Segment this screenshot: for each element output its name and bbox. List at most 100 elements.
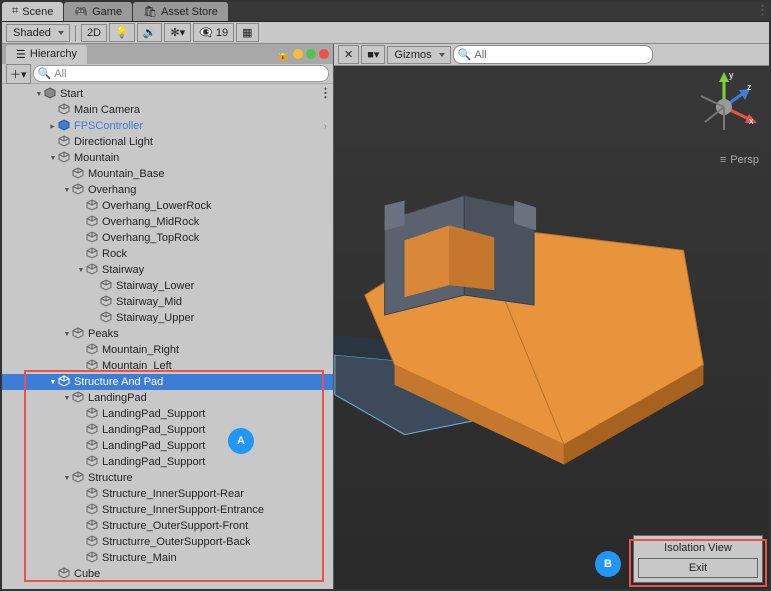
tree-row[interactable]: LandingPad_Support	[2, 454, 333, 470]
game-tab-icon: 🎮	[74, 5, 88, 18]
tree-row[interactable]: Stairway_Mid	[2, 294, 333, 310]
tree-row[interactable]: Overhang	[2, 182, 333, 198]
traffic-green[interactable]	[306, 49, 316, 59]
scene-search-placeholder: All	[474, 49, 486, 61]
tree-row[interactable]: Structure	[2, 470, 333, 486]
camera-button[interactable]: ■▾	[361, 45, 385, 64]
fold-toggle-icon[interactable]	[48, 155, 58, 162]
cube-icon	[72, 183, 86, 197]
tree-row[interactable]: Mountain_Left	[2, 358, 333, 374]
tree-row[interactable]: Mountain_Base	[2, 166, 333, 182]
isolation-view-label: Isolation View	[638, 540, 758, 556]
scene-toolbar: Shaded 2D 💡 🔊 ✻▾ 👁‍🗨 19 ▦	[2, 22, 769, 44]
tree-row[interactable]: Structure_InnerSupport-Rear	[2, 486, 333, 502]
search-icon: 🔍	[38, 67, 52, 80]
cube-icon	[72, 327, 86, 341]
scene-search[interactable]: 🔍 All	[453, 45, 653, 64]
tree-row[interactable]: LandingPad_Support	[2, 406, 333, 422]
cube-icon	[86, 247, 100, 261]
tree-row[interactable]: Structure_Main	[2, 550, 333, 566]
tree-item-label: Overhang_TopRock	[102, 232, 199, 244]
tree-row[interactable]: Mountain	[2, 150, 333, 166]
gizmos-dropdown[interactable]: Gizmos	[387, 46, 450, 64]
tree-row[interactable]: FPSController›	[2, 118, 333, 134]
cube-icon	[86, 455, 100, 469]
tree-item-label: Start	[60, 88, 83, 100]
toggle-2d[interactable]: 2D	[81, 24, 107, 42]
light-toggle[interactable]: 💡	[109, 23, 135, 42]
open-prefab-icon[interactable]: ›	[324, 121, 327, 132]
cube-icon	[86, 263, 100, 277]
tree-row[interactable]: Structure_OuterSupport-Front	[2, 518, 333, 534]
tree-row[interactable]: LandingPad	[2, 390, 333, 406]
hierarchy-title: Hierarchy	[30, 48, 77, 60]
tree-row[interactable]: LandingPad_Support	[2, 422, 333, 438]
tree-row[interactable]: Mountain_Right	[2, 342, 333, 358]
tree-row[interactable]: Rock	[2, 246, 333, 262]
tree-row[interactable]: Peaks	[2, 326, 333, 342]
scene-viewport[interactable]: ✕ ■▾ Gizmos 🔍 All	[334, 44, 769, 589]
fold-toggle-icon[interactable]	[76, 267, 86, 274]
tree-row[interactable]: Structure_InnerSupport-Entrance	[2, 502, 333, 518]
tree-row[interactable]: Stairway	[2, 262, 333, 278]
scene-3d-content[interactable]	[334, 66, 769, 589]
tree-row[interactable]: Main Camera	[2, 102, 333, 118]
tree-item-label: Rock	[102, 248, 127, 260]
tools-button[interactable]: ✕	[338, 45, 359, 64]
fold-toggle-icon[interactable]	[62, 475, 72, 482]
cube-icon	[86, 407, 100, 421]
tab-scene[interactable]: ⌗ Scene	[2, 2, 63, 21]
fx-dropdown[interactable]: ✻▾	[164, 23, 191, 42]
fold-toggle-icon[interactable]	[48, 379, 58, 386]
tabs-more-icon[interactable]	[761, 4, 764, 19]
tree-row[interactable]: Overhang_MidRock	[2, 214, 333, 230]
tree-row[interactable]: Directional Light	[2, 134, 333, 150]
traffic-yellow[interactable]	[293, 49, 303, 59]
lock-icon[interactable]: 🔒	[276, 48, 290, 61]
fold-toggle-icon[interactable]	[50, 121, 57, 131]
tree-row[interactable]: Overhang_TopRock	[2, 230, 333, 246]
tree-item-label: Structurre_OuterSupport-Back	[102, 536, 251, 548]
persp-text: Persp	[730, 154, 759, 166]
hierarchy-toolbar: ＋▾ 🔍 All	[2, 64, 333, 84]
tree-item-label: Mountain	[74, 152, 119, 164]
tab-game[interactable]: 🎮 Game	[64, 2, 132, 21]
tree-row[interactable]: LandingPad_Support	[2, 438, 333, 454]
hierarchy-tab[interactable]: ☰ Hierarchy	[6, 45, 87, 64]
tree-item-label: Directional Light	[74, 136, 153, 148]
cube-icon	[86, 439, 100, 453]
fold-toggle-icon[interactable]	[34, 91, 44, 98]
main-tabs: ⌗ Scene 🎮 Game 🛍 Asset Store	[2, 2, 769, 22]
cube-icon	[86, 519, 100, 533]
isolation-view-panel: Isolation View Exit	[633, 535, 763, 583]
audio-toggle[interactable]: 🔊	[137, 23, 163, 42]
isolation-exit-button[interactable]: Exit	[638, 558, 758, 578]
tree-item-label: Structure_InnerSupport-Rear	[102, 488, 244, 500]
hierarchy-search[interactable]: 🔍 All	[33, 65, 329, 82]
tab-asset-store[interactable]: 🛍 Asset Store	[133, 2, 228, 21]
cube-icon	[86, 359, 100, 373]
context-menu-icon[interactable]	[324, 87, 327, 102]
tab-game-label: Game	[92, 6, 122, 18]
fold-toggle-icon[interactable]	[62, 331, 72, 338]
create-button[interactable]: ＋▾	[6, 64, 31, 84]
hidden-objects-toggle[interactable]: 👁‍🗨 19	[193, 23, 234, 42]
orientation-gizmo[interactable]: y x z	[689, 72, 759, 142]
tree-row[interactable]: Stairway_Lower	[2, 278, 333, 294]
search-icon: 🔍	[458, 48, 472, 61]
tree-row[interactable]: Cube	[2, 566, 333, 582]
fold-toggle-icon[interactable]	[62, 395, 72, 402]
shading-mode-dropdown[interactable]: Shaded	[6, 24, 70, 42]
traffic-red[interactable]	[319, 49, 329, 59]
grid-toggle[interactable]: ▦	[236, 23, 258, 42]
fold-toggle-icon[interactable]	[62, 187, 72, 194]
hierarchy-tree[interactable]: Start Main CameraFPSController› Directiona…	[2, 84, 333, 589]
tree-row[interactable]: Start	[2, 86, 333, 102]
projection-label[interactable]: ≡ Persp	[720, 154, 759, 166]
tree-row[interactable]: Structure And Pad	[2, 374, 333, 390]
persp-icon: ≡	[720, 154, 726, 166]
hidden-count: 19	[216, 27, 228, 39]
tree-row[interactable]: Stairway_Upper	[2, 310, 333, 326]
tree-row[interactable]: Structurre_OuterSupport-Back	[2, 534, 333, 550]
tree-row[interactable]: Overhang_LowerRock	[2, 198, 333, 214]
